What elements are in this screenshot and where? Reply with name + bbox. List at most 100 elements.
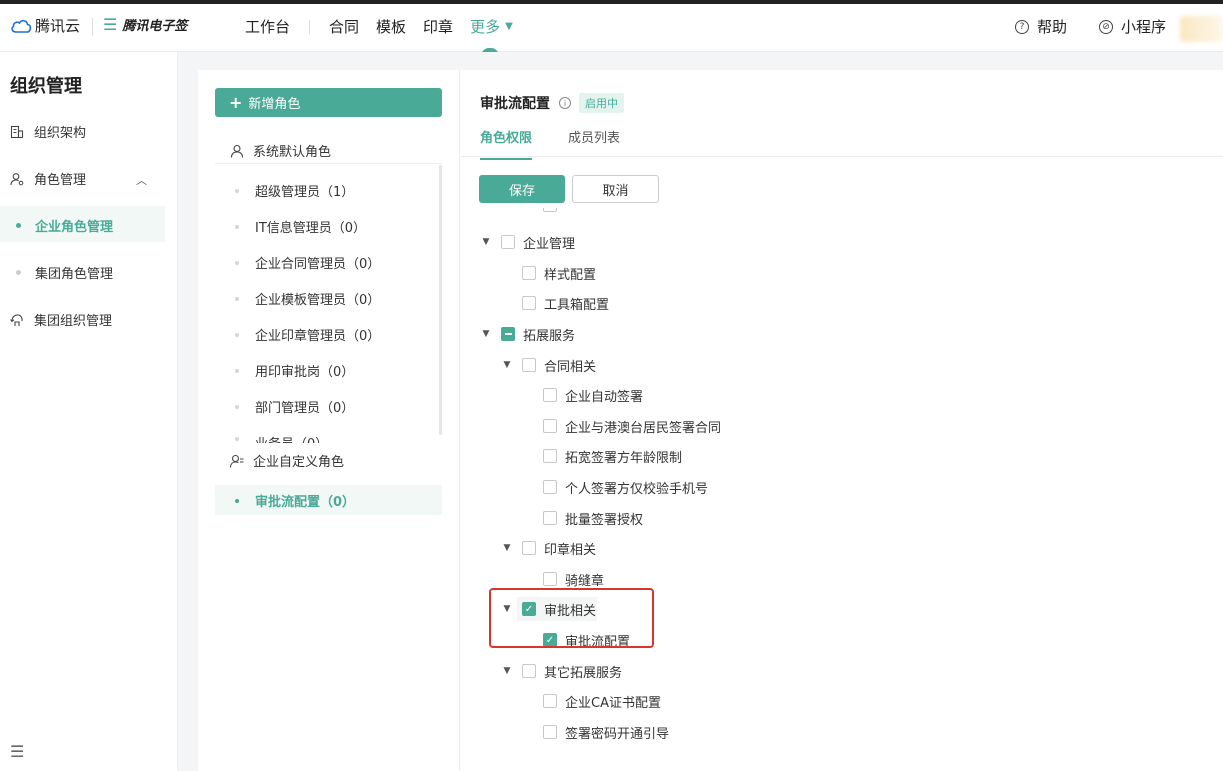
tree-node-label: 印章相关 (544, 542, 597, 558)
collapse-menu-icon[interactable]: ☰ (10, 742, 24, 761)
tencent-cloud-logo[interactable]: 腾讯云 (10, 15, 80, 36)
bullet-icon (235, 404, 239, 409)
tree-node-pwd-guide[interactable]: 签署密码开通引导 (543, 722, 669, 742)
caret-down-icon: ▼ (505, 21, 513, 32)
tree-node-seam-seal[interactable]: 骑缝章 (543, 569, 604, 589)
sidebar-item-label: 角色管理 (34, 173, 87, 188)
sidebar-item-role-management[interactable]: 角色管理 (10, 169, 86, 188)
caret-down-icon[interactable]: ▼ (480, 329, 492, 339)
tree-node-label: 拓宽签署方年龄限制 (565, 450, 683, 466)
role-label: 用印审批岗（0） (255, 365, 355, 380)
tree-node-contract-related[interactable]: ▼ 合同相关 (501, 355, 596, 375)
role-item-seal-admin[interactable]: 企业印章管理员（0） (235, 325, 380, 344)
checkbox[interactable] (522, 541, 536, 555)
checkbox[interactable] (522, 664, 536, 678)
cancel-button[interactable]: 取消 (572, 175, 659, 203)
tree-node-label: 拓展服务 (523, 328, 576, 344)
role-item-contract-admin[interactable]: 企业合同管理员（0） (235, 253, 380, 272)
checkbox[interactable] (522, 266, 536, 280)
tree-node-phone-verify[interactable]: 个人签署方仅校验手机号 (543, 477, 708, 497)
help-icon: ? (1015, 19, 1029, 34)
custom-roles-header: 企业自定义角色 (230, 451, 344, 470)
role-item-it-admin[interactable]: IT信息管理员（0） (235, 217, 366, 236)
tree-node-label: 个人签署方仅校验手机号 (565, 481, 709, 497)
sidebar-item-label: 企业角色管理 (35, 220, 114, 235)
checkbox[interactable] (501, 235, 515, 249)
tree-node-label: 样式配置 (544, 267, 597, 283)
main-nav: 工作台 合同 模板 印章 更多 ▼ (245, 16, 513, 37)
building-icon (10, 125, 24, 138)
tree-node-age-limit[interactable]: 拓宽签署方年龄限制 (543, 446, 682, 466)
nav-contract[interactable]: 合同 (329, 16, 359, 37)
tree-node-partial[interactable] (543, 208, 565, 212)
sidebar-item-group-role[interactable]: 集团角色管理 (16, 263, 113, 282)
tree-node-label: 签署密码开通引导 (565, 726, 670, 742)
checkbox[interactable] (543, 694, 557, 708)
roles-panel: + 新增角色 系统默认角色 超级管理员（1） IT信息管理员（0） 企业合同管理… (198, 70, 460, 771)
role-label: 企业印章管理员（0） (255, 329, 381, 344)
role-item-salesperson[interactable]: 业务员（0） (235, 433, 328, 443)
tree-node-seal-related[interactable]: ▼ 印章相关 (501, 538, 596, 558)
sidebar-item-group-org[interactable]: 集团组织管理 (10, 310, 112, 329)
tree-node-label: 其它拓展服务 (544, 665, 623, 681)
tree-node-label: 企业管理 (523, 236, 576, 252)
user-avatar[interactable] (1180, 16, 1223, 42)
tree-node-auto-sign[interactable]: 企业自动签署 (543, 385, 643, 405)
info-icon[interactable]: i (559, 97, 571, 109)
bullet-icon (235, 368, 239, 373)
add-role-button[interactable]: + 新增角色 (215, 88, 442, 117)
tree-node-ca-config[interactable]: 企业CA证书配置 (543, 691, 661, 711)
checkbox[interactable] (543, 725, 557, 739)
brand-tencent-cloud: 腾讯云 (35, 17, 81, 35)
sidebar-item-label: 集团角色管理 (35, 267, 114, 282)
checkbox[interactable] (543, 572, 557, 586)
checkbox-indeterminate[interactable] (501, 327, 515, 341)
tree-node-hk-sign[interactable]: 企业与港澳台居民签署合同 (543, 416, 721, 436)
nav-seal[interactable]: 印章 (423, 16, 453, 37)
tree-node-ext-services[interactable]: ▼ 拓展服务 (480, 324, 575, 344)
esign-logo[interactable]: ☰ 腾讯电子签 (103, 15, 187, 34)
checkbox[interactable] (522, 296, 536, 310)
tree-node-batch-sign[interactable]: 批量签署授权 (543, 508, 643, 528)
caret-down-icon[interactable]: ▼ (480, 237, 492, 247)
caret-down-icon[interactable]: ▼ (501, 543, 513, 553)
checkbox[interactable] (543, 511, 557, 525)
role-list-scrollbar[interactable] (439, 165, 442, 435)
checkbox[interactable] (543, 419, 557, 433)
checkbox[interactable] (522, 358, 536, 372)
nav-more-label: 更多 (470, 18, 501, 36)
sidebar-item-enterprise-role[interactable]: 企业角色管理 (16, 216, 113, 235)
default-roles-label: 系统默认角色 (253, 145, 332, 160)
checkbox[interactable] (543, 449, 557, 463)
tree-node-style-config[interactable]: 样式配置 (522, 263, 596, 283)
nav-more[interactable]: 更多 ▼ (470, 16, 513, 37)
help-link[interactable]: 帮助 (1037, 16, 1067, 37)
role-item-template-admin[interactable]: 企业模板管理员（0） (235, 289, 380, 308)
tree-node-other-ext[interactable]: ▼ 其它拓展服务 (501, 661, 622, 681)
role-item-seal-approver[interactable]: 用印审批岗（0） (235, 361, 354, 380)
checkbox[interactable] (543, 208, 557, 212)
chevron-up-icon[interactable]: ︿ (136, 172, 147, 188)
tree-node-label: 合同相关 (544, 359, 597, 375)
role-item-approval-config[interactable]: 审批流配置（0） (235, 491, 355, 510)
tree-node-enterprise-mgmt[interactable]: ▼ 企业管理 (480, 232, 575, 252)
miniapp-link[interactable]: 小程序 (1121, 16, 1166, 37)
nav-template[interactable]: 模板 (376, 16, 406, 37)
tree-node-toolbox-config[interactable]: 工具箱配置 (522, 293, 609, 313)
checkbox[interactable] (543, 480, 557, 494)
checkbox[interactable] (543, 388, 557, 402)
sidebar-item-org-structure[interactable]: 组织架构 (10, 122, 86, 141)
role-item-super-admin[interactable]: 超级管理员（1） (235, 181, 354, 200)
caret-down-icon[interactable]: ▼ (501, 666, 513, 676)
sidebar-title: 组织管理 (10, 76, 82, 97)
esign-mark-icon: ☰ (103, 15, 118, 34)
role-item-dept-admin[interactable]: 部门管理员（0） (235, 397, 354, 416)
compass-icon: ⊘ (1099, 19, 1114, 34)
nav-workbench[interactable]: 工作台 (245, 16, 290, 37)
layout-gutter (178, 52, 198, 771)
default-roles-header: 系统默认角色 (230, 141, 331, 160)
caret-down-icon[interactable]: ▼ (501, 360, 513, 370)
user-list-icon (230, 454, 244, 468)
save-button[interactable]: 保存 (479, 175, 565, 203)
tree-node-label: 批量签署授权 (565, 512, 644, 528)
